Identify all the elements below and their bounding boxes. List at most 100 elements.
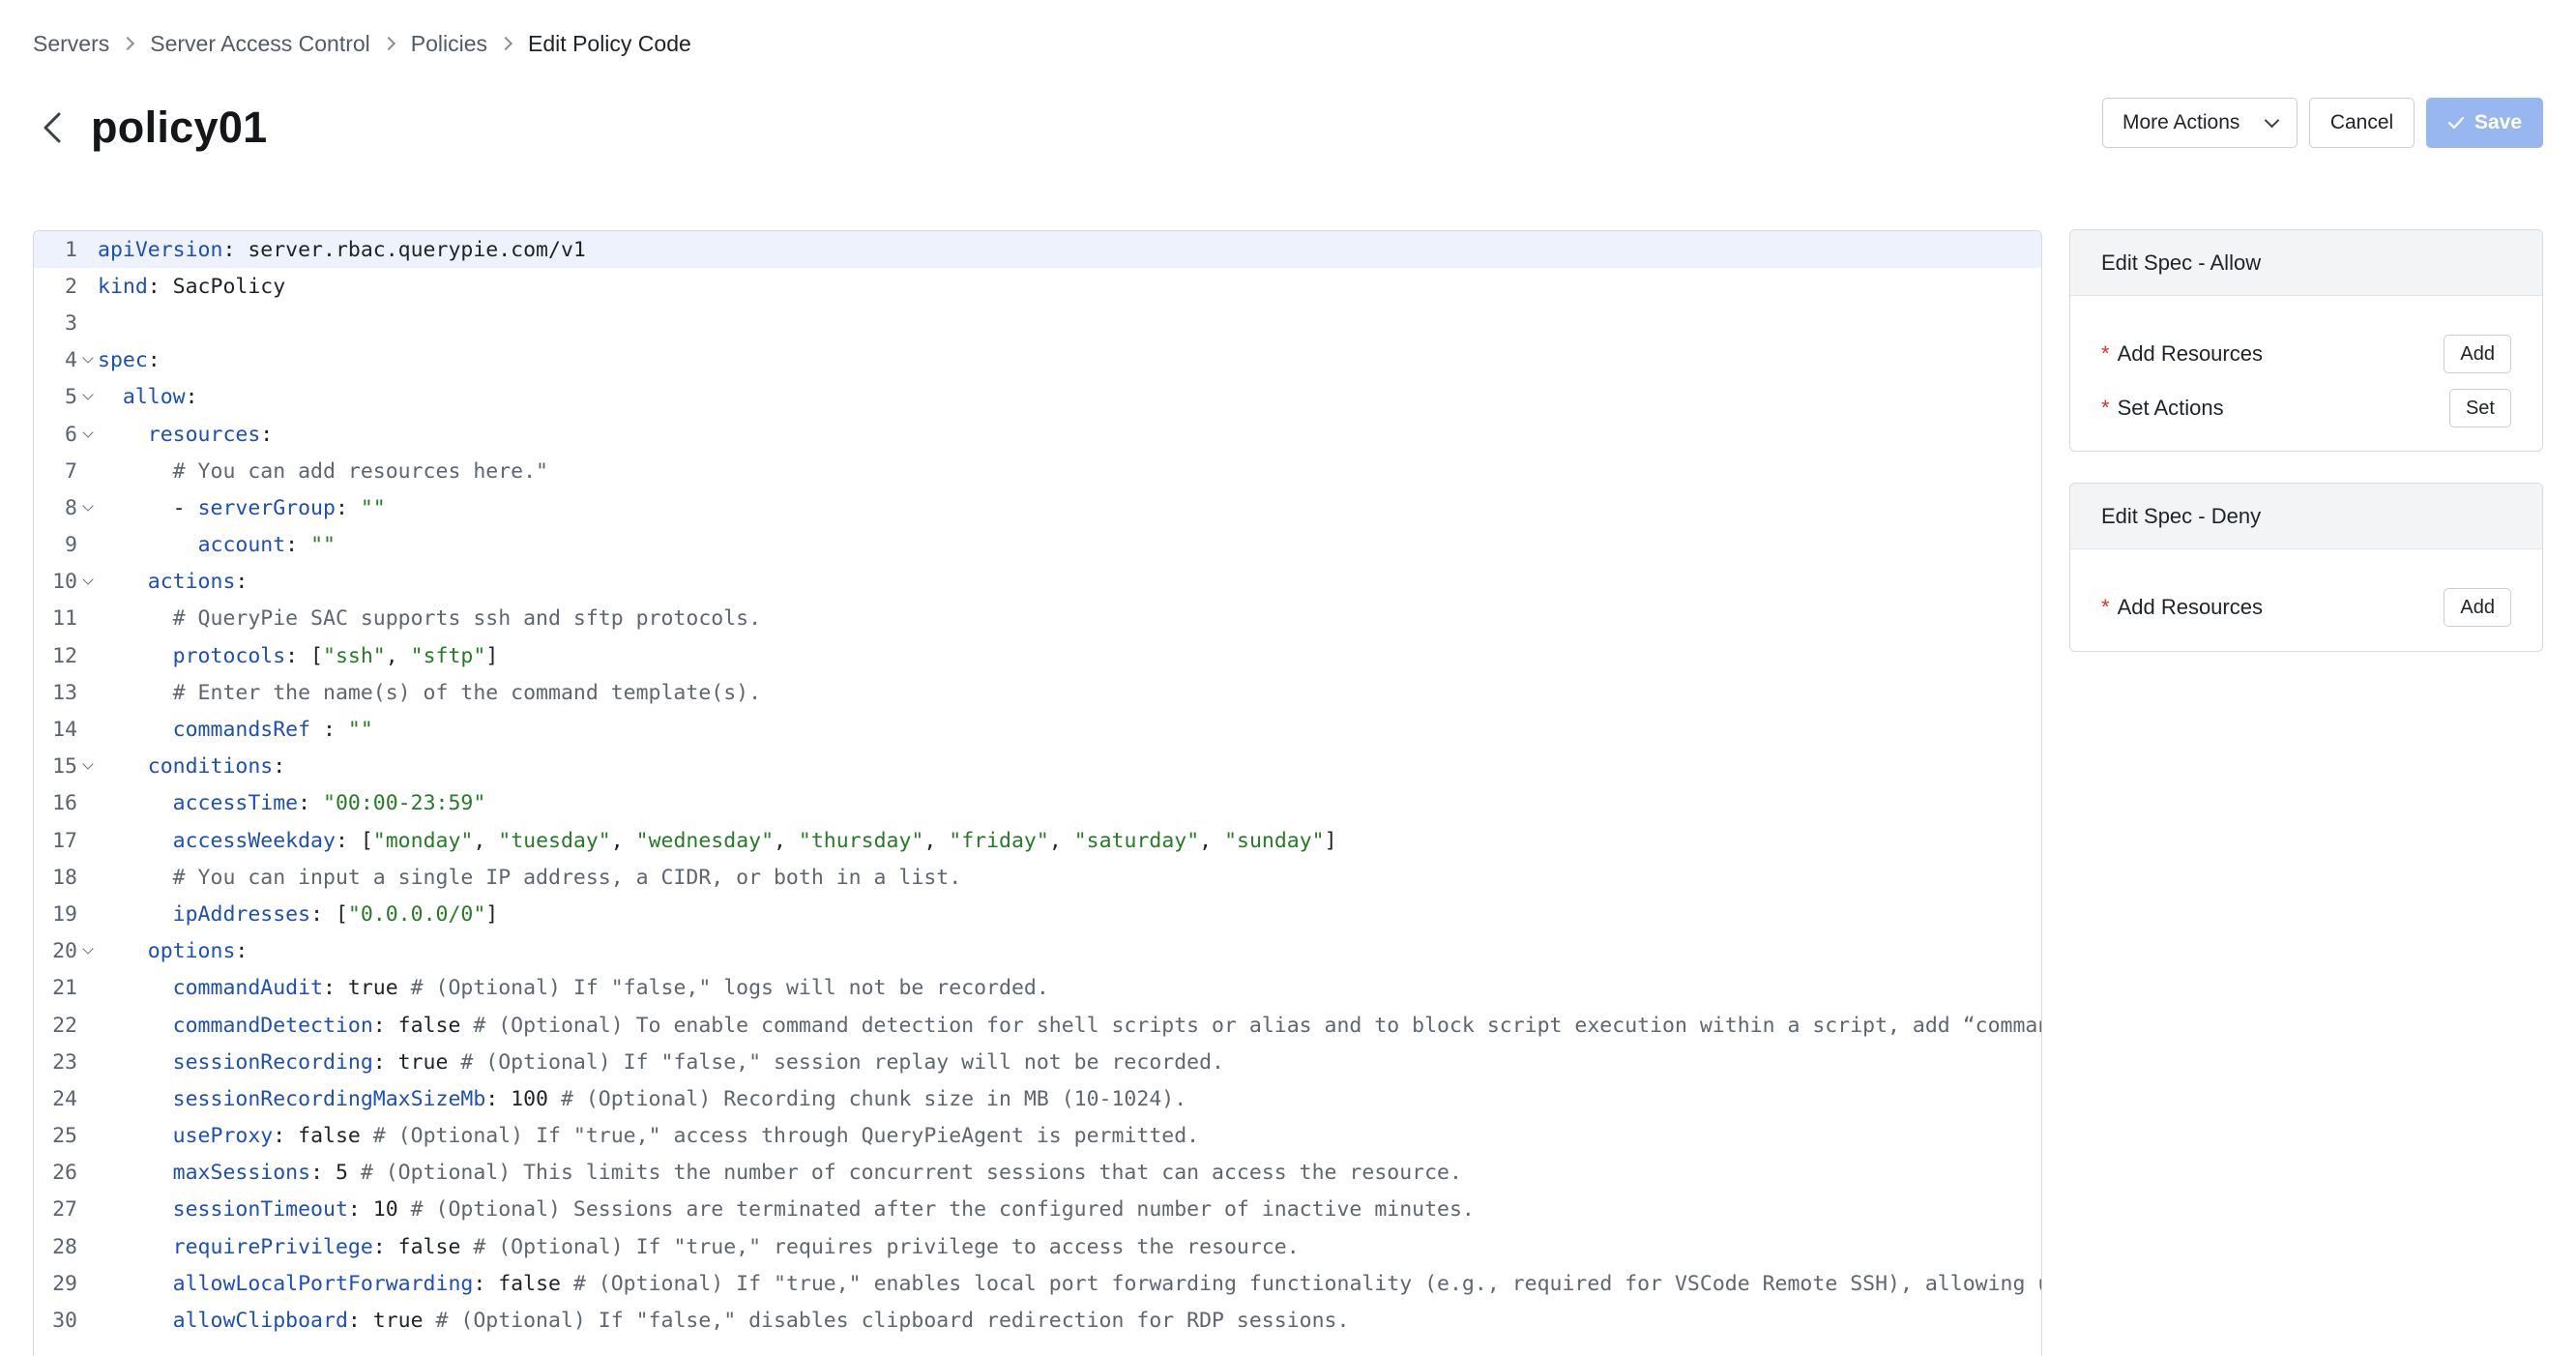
back-arrow-icon[interactable] (33, 108, 72, 147)
code-plain: : (185, 385, 198, 410)
code-line[interactable]: 11 # QueryPie SAC supports ssh and sftp … (34, 601, 2041, 637)
line-number: 23 (52, 1049, 77, 1075)
code-line[interactable]: 24 sessionRecordingMaxSizeMb: 100 # (Opt… (34, 1080, 2041, 1117)
code-key: ipAddresses (172, 901, 311, 927)
code-plain: : 100 (485, 1086, 561, 1111)
code-line[interactable]: 10 actions: (34, 564, 2041, 601)
fold-chevron-icon[interactable] (80, 496, 96, 520)
line-gutter: 14 (34, 718, 98, 742)
code-line[interactable]: 4 spec: (34, 342, 2041, 379)
code-key: conditions (147, 754, 274, 780)
line-gutter: 23 (34, 1050, 98, 1075)
code-line[interactable]: 20 options: (34, 933, 2041, 970)
line-number: 4 (65, 348, 77, 373)
code-plain: , (610, 828, 636, 853)
code-line[interactable]: 8 - serverGroup: "" (34, 489, 2041, 526)
allow-add-resources-button[interactable]: Add (2444, 335, 2511, 373)
code-line[interactable]: 3 (34, 305, 2041, 341)
allow-set-actions-button[interactable]: Set (2448, 389, 2511, 427)
deny-add-resources-button[interactable]: Add (2444, 588, 2511, 627)
line-number: 10 (52, 570, 77, 595)
code-line[interactable]: 15 conditions: (34, 749, 2041, 785)
line-number: 22 (52, 1013, 77, 1038)
code-plain: ] (485, 901, 499, 927)
code-line[interactable]: 5 allow: (34, 379, 2041, 416)
code-plain: : true (372, 1049, 461, 1075)
save-button[interactable]: Save (2426, 98, 2543, 148)
line-number: 21 (52, 976, 77, 1001)
code-line[interactable]: 2 kind: SacPolicy (34, 268, 2041, 305)
save-label: Save (2474, 111, 2523, 133)
code-line[interactable]: 28 requirePrivilege: false # (Optional) … (34, 1228, 2041, 1265)
code-line[interactable]: 13 # Enter the name(s) of the command te… (34, 674, 2041, 711)
code-line[interactable]: 27 sessionTimeout: 10 # (Optional) Sessi… (34, 1192, 2041, 1228)
code-line[interactable]: 14 commandsRef : "" (34, 711, 2041, 748)
line-gutter: 18 (34, 866, 98, 890)
breadcrumb-policies[interactable]: Policies (411, 31, 487, 57)
code-key: accessWeekday (172, 828, 336, 853)
fold-chevron-icon[interactable] (80, 385, 96, 409)
chevron-right-icon (498, 36, 513, 51)
line-gutter: 15 (34, 754, 98, 779)
code-line[interactable]: 23 sessionRecording: true # (Optional) I… (34, 1044, 2041, 1080)
code-plain: , (473, 828, 499, 853)
code-line[interactable]: 1 apiVersion: server.rbac.querypie.com/v1 (34, 231, 2041, 269)
code-line[interactable]: 25 useProxy: false # (Optional) If "true… (34, 1118, 2041, 1155)
breadcrumb-servers[interactable]: Servers (33, 31, 109, 57)
code-line[interactable]: 17 accessWeekday: ["monday", "tuesday", … (34, 822, 2041, 859)
code-string: "wednesday" (635, 828, 775, 853)
code-text: commandAudit: true # (Optional) If "fals… (98, 976, 1049, 1000)
code-line[interactable]: 18 # You can input a single IP address, … (34, 859, 2041, 896)
code-line[interactable]: 7 # You can add resources here." (34, 453, 2041, 489)
line-number: 15 (52, 754, 77, 780)
line-gutter: 10 (34, 570, 98, 594)
fold-chevron-icon[interactable] (80, 423, 96, 447)
code-text: ipAddresses: ["0.0.0.0/0"] (98, 901, 499, 927)
code-editor[interactable]: 1 apiVersion: server.rbac.querypie.com/v1… (33, 230, 2042, 1356)
code-comment: # (Optional) To enable command detection… (473, 1013, 2042, 1038)
code-line[interactable]: 21 commandAudit: true # (Optional) If "f… (34, 970, 2041, 1007)
code-text: - serverGroup: "" (98, 496, 386, 520)
code-line[interactable]: 9 account: "" (34, 527, 2041, 564)
code-text: options: (98, 939, 249, 963)
code-comment: # (Optional) This limits the number of c… (360, 1161, 1462, 1186)
code-line[interactable]: 22 commandDetection: false # (Optional) … (34, 1007, 2041, 1044)
cancel-button[interactable]: Cancel (2309, 98, 2415, 148)
line-gutter: 4 (34, 348, 98, 372)
fold-chevron-icon[interactable] (80, 348, 96, 372)
code-plain: : true (347, 1309, 436, 1334)
code-plain: - (172, 495, 198, 520)
breadcrumb-server-access-control[interactable]: Server Access Control (150, 31, 370, 57)
code-line[interactable]: 12 protocols: ["ssh", "sftp"] (34, 637, 2041, 674)
code-line[interactable]: 6 resources: (34, 416, 2041, 453)
code-comment: # You can add resources here." (172, 458, 548, 484)
line-gutter: 8 (34, 496, 98, 520)
more-actions-button[interactable]: More Actions (2102, 98, 2298, 148)
line-number: 27 (52, 1197, 77, 1223)
code-line[interactable]: 26 maxSessions: 5 # (Optional) This limi… (34, 1155, 2041, 1192)
line-gutter: 9 (34, 533, 98, 557)
code-line[interactable]: 30 allowClipboard: true # (Optional) If … (34, 1302, 2041, 1339)
line-gutter: 1 (34, 238, 98, 262)
code-plain: : [ (285, 643, 324, 668)
code-string: "0.0.0.0/0" (347, 901, 486, 927)
code-line[interactable]: 19 ipAddresses: ["0.0.0.0/0"] (34, 896, 2041, 932)
line-gutter: 17 (34, 829, 98, 853)
line-number: 14 (52, 718, 77, 743)
fold-chevron-icon[interactable] (80, 570, 96, 594)
code-line[interactable]: 29 allowLocalPortForwarding: false # (Op… (34, 1265, 2041, 1302)
fold-chevron-icon[interactable] (80, 754, 96, 779)
code-text: accessWeekday: ["monday", "tuesday", "we… (98, 829, 1337, 853)
code-text: protocols: ["ssh", "sftp"] (98, 643, 499, 668)
line-number: 18 (52, 865, 77, 890)
code-line[interactable]: 16 accessTime: "00:00-23:59" (34, 785, 2041, 822)
code-key: allow (122, 385, 186, 410)
code-key: commandDetection (172, 1013, 373, 1038)
code-plain: , (1199, 828, 1225, 853)
fold-chevron-icon[interactable] (80, 939, 96, 963)
